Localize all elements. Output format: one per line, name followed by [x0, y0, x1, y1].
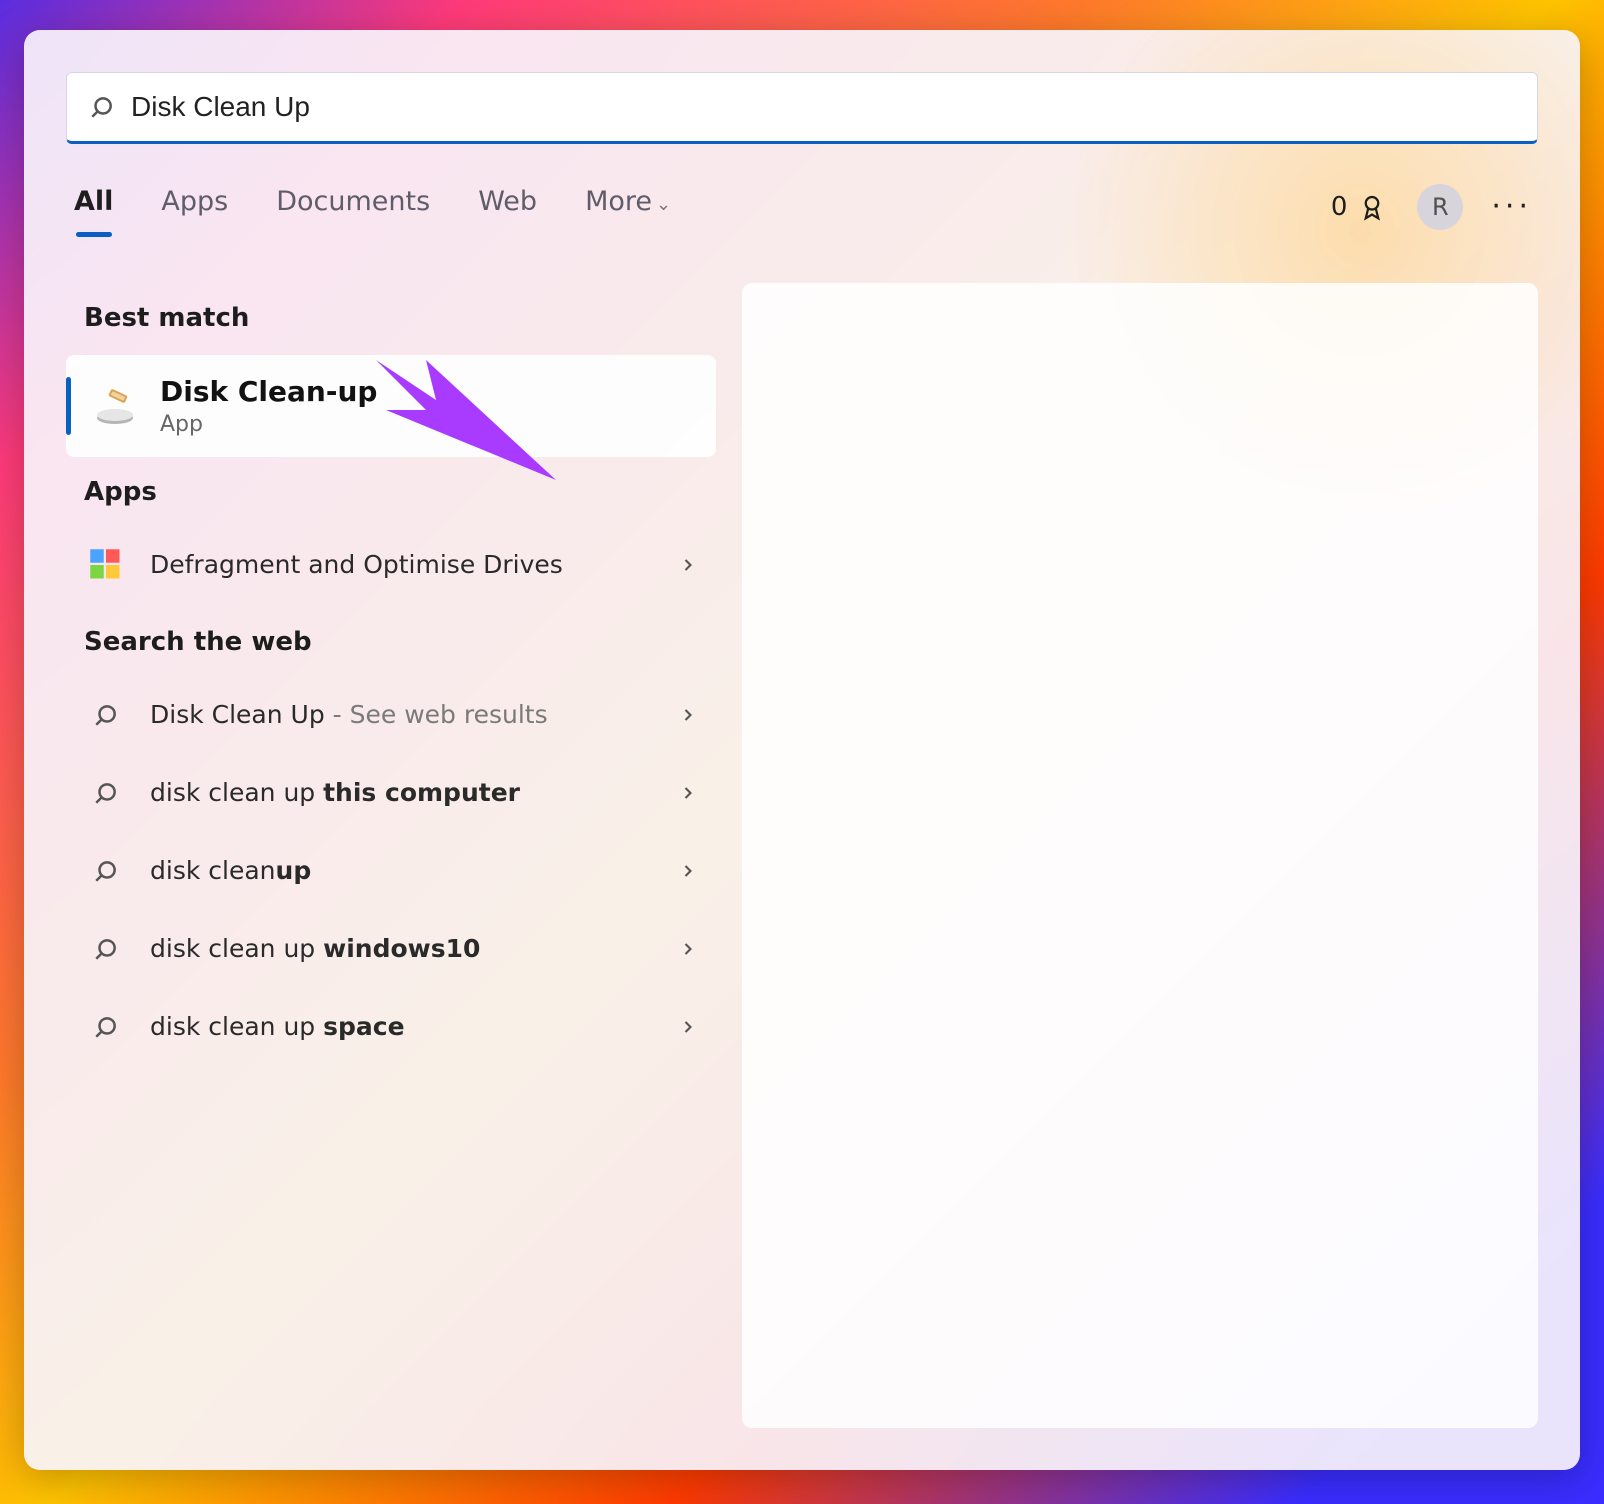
search-input[interactable]: [131, 91, 1515, 123]
search-bar[interactable]: [66, 72, 1538, 144]
best-match-title: Disk Clean-up: [160, 375, 377, 408]
app-result-defrag[interactable]: Defragment and Optimise Drives: [66, 529, 716, 601]
disk-cleanup-icon: [90, 381, 140, 431]
search-panel: All Apps Documents Web More⌄ 0 R ··· Bes…: [24, 30, 1580, 1470]
section-title-web: Search the web: [84, 627, 716, 657]
preview-pane: [742, 283, 1538, 1428]
web-result-label: disk cleanup: [150, 854, 656, 888]
search-icon: [84, 927, 128, 971]
filter-tabs: All Apps Documents Web More⌄: [72, 180, 673, 233]
rewards-button[interactable]: 0: [1331, 192, 1388, 222]
best-match-subtitle: App: [160, 412, 377, 437]
medal-icon: [1357, 192, 1387, 222]
chevron-right-icon: [678, 861, 698, 881]
search-icon: [84, 771, 128, 815]
best-match-result[interactable]: Disk Clean-up App: [66, 355, 716, 457]
tab-all[interactable]: All: [72, 180, 115, 233]
web-result-label: disk clean up windows10: [150, 932, 656, 966]
section-title-best-match: Best match: [84, 303, 716, 333]
web-result-0[interactable]: Disk Clean Up - See web results: [66, 679, 716, 751]
chevron-right-icon: [678, 555, 698, 575]
results-column: Best match Disk Clean-up App: [66, 283, 716, 1428]
web-result-3[interactable]: disk clean up windows10: [66, 913, 716, 985]
chevron-right-icon: [678, 1017, 698, 1037]
search-icon: [84, 849, 128, 893]
web-result-label: Disk Clean Up - See web results: [150, 698, 656, 732]
web-result-label: disk clean up space: [150, 1010, 656, 1044]
tab-apps[interactable]: Apps: [159, 180, 230, 233]
web-result-2[interactable]: disk cleanup: [66, 835, 716, 907]
chevron-right-icon: [678, 783, 698, 803]
tab-documents[interactable]: Documents: [274, 180, 432, 233]
rewards-count: 0: [1331, 192, 1348, 222]
chevron-right-icon: [678, 939, 698, 959]
tab-more[interactable]: More⌄: [583, 180, 673, 233]
tab-web[interactable]: Web: [476, 180, 539, 233]
web-result-label: disk clean up this computer: [150, 776, 656, 810]
chevron-down-icon: ⌄: [656, 194, 671, 215]
section-title-apps: Apps: [84, 477, 716, 507]
search-icon: [89, 94, 115, 120]
app-result-label: Defragment and Optimise Drives: [150, 548, 656, 582]
chevron-right-icon: [678, 705, 698, 725]
nav-row: All Apps Documents Web More⌄ 0 R ···: [66, 180, 1538, 241]
web-result-1[interactable]: disk clean up this computer: [66, 757, 716, 829]
user-avatar[interactable]: R: [1417, 184, 1463, 230]
search-icon: [84, 693, 128, 737]
more-options-button[interactable]: ···: [1491, 189, 1532, 224]
search-icon: [84, 1005, 128, 1049]
defrag-icon: [84, 543, 128, 587]
web-result-4[interactable]: disk clean up space: [66, 991, 716, 1063]
